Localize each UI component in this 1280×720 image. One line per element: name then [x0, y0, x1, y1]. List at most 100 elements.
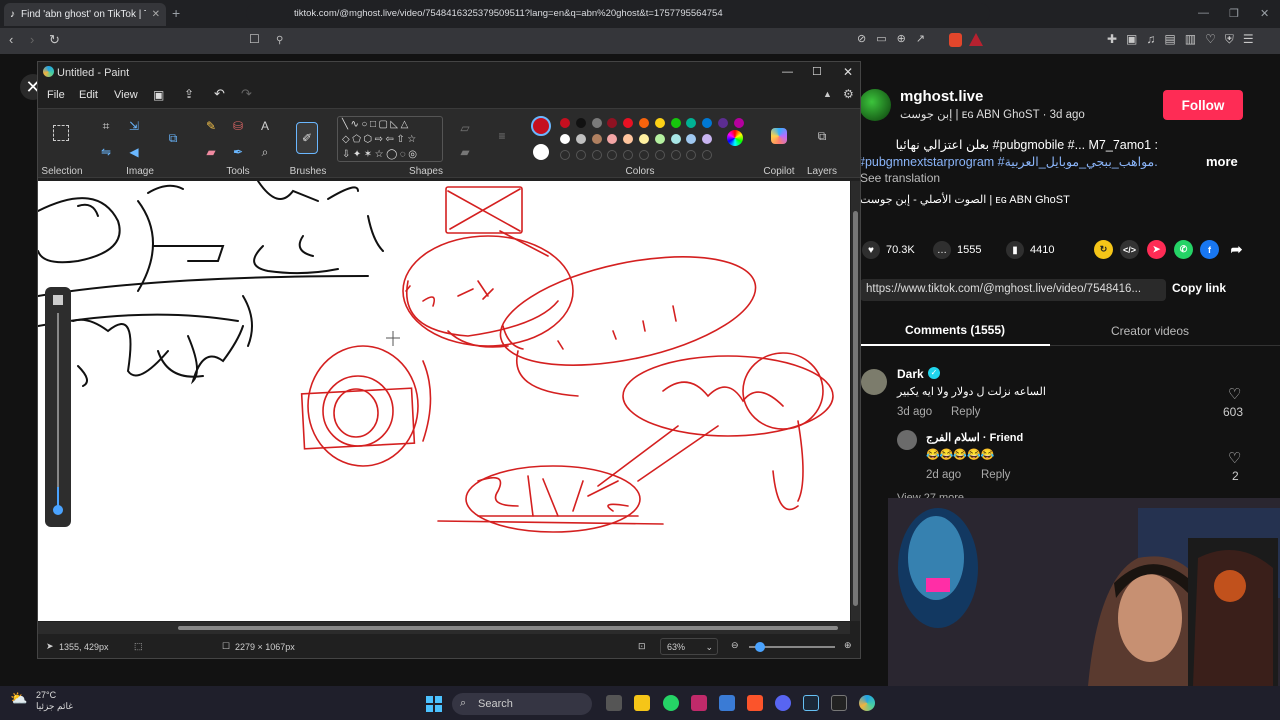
color-swatch[interactable] [623, 118, 634, 128]
paint-minimize-icon[interactable]: — [782, 66, 793, 78]
rotate-icon[interactable]: ◀ [126, 144, 142, 160]
more-link[interactable]: more [1206, 154, 1238, 169]
restore-icon[interactable]: ❐ [1229, 7, 1239, 20]
color-swatch[interactable] [575, 118, 586, 128]
text-icon[interactable]: A [257, 118, 273, 134]
commenter-avatar[interactable] [861, 369, 887, 395]
forward-icon[interactable]: › [30, 32, 34, 47]
paint-taskbar-icon[interactable] [859, 695, 875, 711]
crop-icon[interactable]: ⌗ [98, 118, 114, 134]
shapes-gallery[interactable]: ╲∿○□▢◺△ ◇⬠⬡⇨⇦⇧☆ ⇩✦✶☆◯◌◎ [337, 116, 443, 162]
color-swatch[interactable] [575, 134, 586, 144]
store-taskbar-icon[interactable] [719, 695, 735, 711]
color-swatch[interactable] [607, 118, 618, 128]
color-swatch[interactable] [623, 134, 634, 144]
taskbar-search[interactable]: ⌕ Search [452, 693, 592, 715]
color-swatch[interactable] [717, 118, 728, 128]
commenter-name[interactable]: Dark [897, 367, 924, 381]
image-select-icon[interactable]: ⧉ [165, 130, 181, 146]
color-palette-row3[interactable] [560, 150, 713, 160]
copilot-icon[interactable] [771, 128, 787, 144]
commenter-avatar[interactable] [897, 430, 917, 450]
color-swatch[interactable] [591, 134, 602, 144]
share-arrow-icon[interactable]: ➦ [1227, 240, 1246, 259]
empty-swatch[interactable] [638, 150, 649, 160]
color-picker-icon[interactable]: ✒ [230, 144, 246, 160]
menu-view[interactable]: View [114, 89, 138, 101]
color-swatch[interactable] [560, 118, 570, 128]
copy-link-button[interactable]: Copy link [1172, 281, 1226, 295]
menu-edit[interactable]: Edit [79, 89, 98, 101]
brave-shield-icon[interactable] [949, 33, 962, 47]
creator-username[interactable]: mghost.live [900, 88, 983, 105]
paint-maximize-icon[interactable]: ☐ [812, 65, 822, 78]
empty-swatch[interactable] [607, 150, 618, 160]
tab-creator-videos[interactable]: Creator videos [1060, 316, 1240, 346]
color-swatch[interactable] [702, 118, 713, 128]
bookmark-icon[interactable]: ☐ [249, 32, 260, 46]
reply-button[interactable]: Reply [951, 406, 980, 418]
commenter-name[interactable]: اسلام الفرج · Friend [926, 431, 1023, 444]
primary-color-swatch[interactable] [531, 116, 551, 136]
back-icon[interactable]: ‹ [9, 32, 13, 47]
redo-icon[interactable]: ↷ [241, 86, 252, 102]
undo-icon[interactable]: ↶ [214, 86, 225, 102]
resize-icon[interactable]: ⇲ [126, 118, 142, 134]
address-bar[interactable]: tiktok.com/@mghost.live/video/7548416325… [246, 3, 990, 23]
video-description-hashtags[interactable]: #pubgmnextstarprogram #مواهب_ببجي_موبايل… [858, 154, 1158, 169]
tab-comments[interactable]: Comments (1555) [860, 316, 1050, 346]
app-taskbar-icon[interactable] [691, 695, 707, 711]
start-button-icon[interactable] [426, 696, 442, 712]
browser-tab[interactable]: ♪ Find 'abn ghost' on TikTok | TikTok ✕ [4, 3, 166, 26]
color-swatch[interactable] [733, 118, 744, 128]
video-link-field[interactable]: https://www.tiktok.com/@mghost.live/vide… [860, 279, 1166, 301]
color-palette-row2[interactable] [560, 134, 713, 144]
steam-taskbar-icon[interactable] [803, 695, 819, 711]
empty-swatch[interactable] [591, 150, 602, 160]
empty-swatch[interactable] [560, 150, 570, 160]
color-swatch[interactable] [686, 118, 697, 128]
brush-icon[interactable]: ✐ [296, 122, 318, 154]
repost-icon[interactable]: ↻ [1094, 240, 1113, 259]
reload-icon[interactable]: ↻ [49, 32, 60, 48]
color-swatch[interactable] [638, 134, 649, 144]
comment-like-icon[interactable]: ♡ [1228, 385, 1241, 403]
sound-link[interactable]: الصوت الأصلي - إبن جوست | ᴇɢ ABN GhoST [860, 193, 1160, 206]
facebook-icon[interactable]: f [1200, 240, 1219, 259]
color-swatch[interactable] [560, 134, 570, 144]
brush-size-slider[interactable] [45, 287, 71, 527]
layers-icon[interactable]: ⧉ [814, 128, 830, 144]
zoom-slider-thumb[interactable] [755, 642, 765, 652]
secondary-color-swatch[interactable] [533, 144, 549, 160]
reply-button[interactable]: Reply [981, 469, 1010, 481]
paint-close-icon[interactable]: ✕ [843, 65, 853, 79]
color-swatch[interactable] [702, 134, 713, 144]
extensions-icons[interactable]: ⊘▭⊕↗ [857, 32, 935, 45]
color-swatch[interactable] [638, 118, 649, 128]
color-swatch[interactable] [654, 134, 665, 144]
settings-gear-icon[interactable]: ⚙ [843, 87, 854, 101]
brave-rewards-icon[interactable] [969, 33, 983, 46]
magnifier-icon[interactable]: ⌕ [257, 144, 273, 160]
empty-swatch[interactable] [686, 150, 697, 160]
close-window-icon[interactable]: ✕ [1260, 7, 1269, 20]
fit-to-window-icon[interactable]: ⊡ [638, 641, 646, 652]
horizontal-scrollbar[interactable] [38, 622, 850, 634]
task-view-icon[interactable] [606, 695, 622, 711]
vscroll-thumb[interactable] [853, 211, 858, 606]
saves-stat[interactable]: ▮ 4410 [1006, 240, 1054, 260]
select-rect-icon[interactable] [53, 125, 69, 141]
file-explorer-icon[interactable] [634, 695, 650, 711]
new-tab-button[interactable]: + [172, 5, 180, 21]
minimize-icon[interactable]: — [1198, 7, 1209, 19]
comment-like-icon[interactable]: ♡ [1228, 449, 1241, 467]
empty-swatch[interactable] [575, 150, 586, 160]
collapse-ribbon-icon[interactable]: ▲ [823, 89, 832, 99]
fill-bucket-icon[interactable]: ⛁ [230, 118, 246, 134]
empty-swatch[interactable] [623, 150, 634, 160]
color-swatch[interactable] [607, 134, 618, 144]
empty-swatch[interactable] [670, 150, 681, 160]
follow-button[interactable]: Follow [1163, 90, 1243, 120]
site-info-icon[interactable]: ⚲ [276, 35, 283, 46]
zoom-in-icon[interactable]: ⊕ [844, 640, 852, 651]
